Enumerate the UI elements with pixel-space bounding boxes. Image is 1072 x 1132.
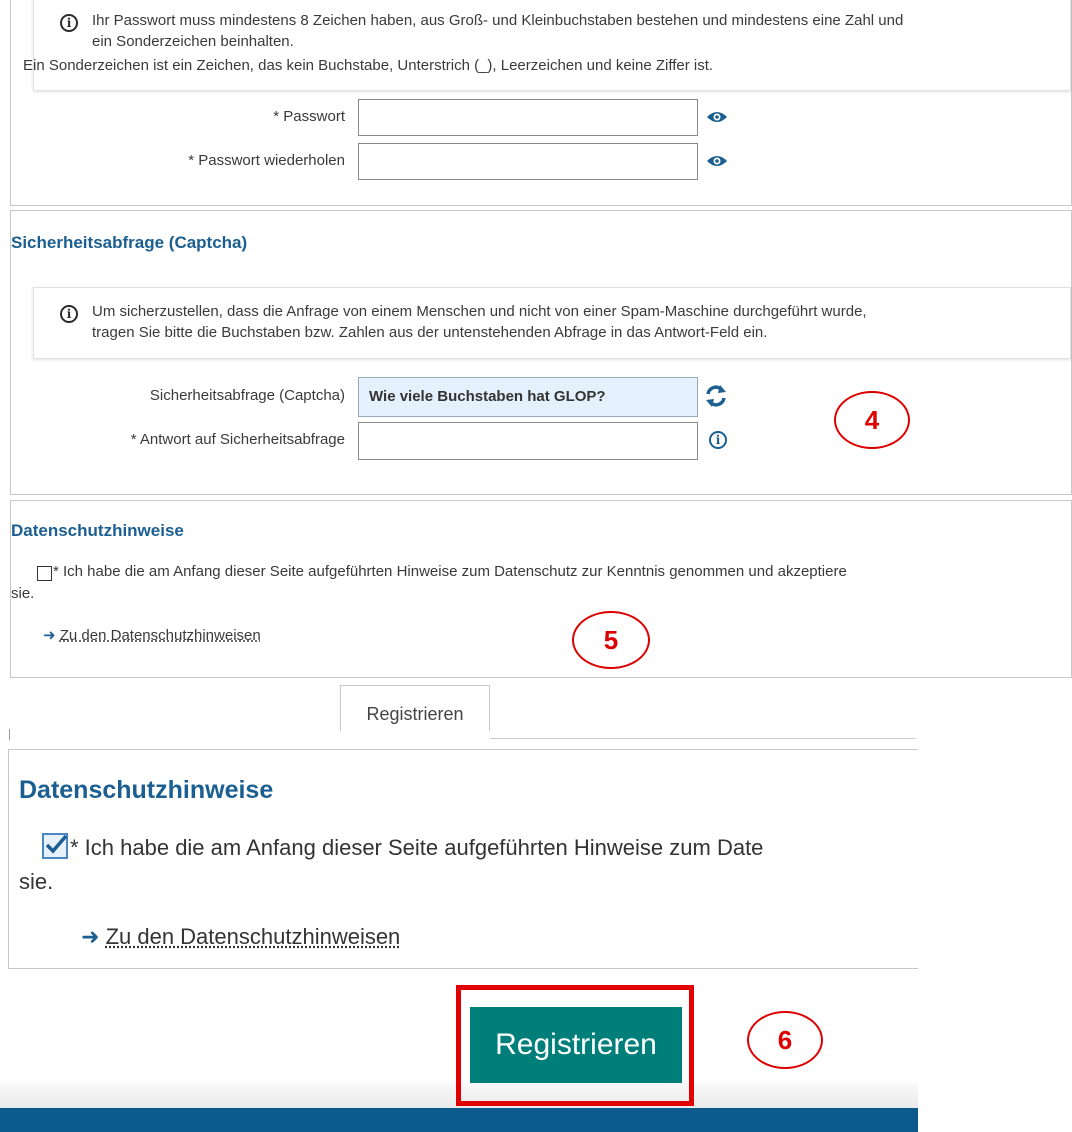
register-button-small-label: Registrieren (366, 704, 464, 724)
captcha-answer-label: * Antwort auf Sicherheitsabfrage (130, 431, 345, 448)
divider (9, 729, 10, 740)
password-panel: i Ihr Passwort muss mindestens 8 Zeichen… (10, 0, 1072, 206)
privacy-link[interactable]: ➜ Zu den Datenschutzhinweisen (43, 626, 261, 646)
eye-icon[interactable] (706, 110, 728, 124)
privacy-section-title: Datenschutzhinweise (11, 521, 184, 540)
password-info-box: i Ihr Passwort muss mindestens 8 Zeichen… (33, 0, 1071, 91)
divider (490, 738, 916, 739)
captcha-info-box: i Um sicherzustellen, dass die Anfrage v… (33, 287, 1071, 359)
password-info-line3: Ein Sonderzeichen ist ein Zeichen, das k… (23, 57, 714, 74)
captcha-question-label: Sicherheitsabfrage (Captcha) (149, 387, 345, 404)
refresh-icon[interactable] (704, 384, 728, 408)
zoomed-privacy-checkbox[interactable] (42, 833, 68, 859)
password-info-line2: ein Sonderzeichen beinhalten. (92, 33, 294, 50)
annotation-step-6: 6 (747, 1011, 823, 1069)
privacy-panel: Datenschutzhinweise * Ich habe die am An… (10, 500, 1072, 678)
zoomed-privacy-link[interactable]: ➜ Zu den Datenschutzhinweisen (81, 923, 400, 951)
privacy-consent-checkbox[interactable] (37, 566, 52, 581)
register-button[interactable]: Registrieren (470, 1007, 682, 1083)
captcha-help-icon[interactable]: i (709, 431, 727, 449)
password-input[interactable] (358, 99, 698, 136)
privacy-link-text: Zu den Datenschutzhinweisen (59, 627, 261, 644)
captcha-section-title: Sicherheitsabfrage (Captcha) (11, 233, 248, 252)
password-repeat-input[interactable] (358, 143, 698, 180)
captcha-answer-input[interactable] (358, 422, 698, 460)
captcha-info-line2: tragen Sie bitte die Buchstaben bzw. Zah… (92, 324, 768, 341)
zoomed-privacy-title: Datenschutzhinweise (19, 776, 274, 804)
privacy-consent-line1: * Ich habe die am Anfang dieser Seite au… (53, 563, 847, 580)
password-info-line1: Ihr Passwort muss mindestens 8 Zeichen h… (92, 12, 904, 29)
zoomed-privacy-panel: Datenschutzhinweise * Ich habe die am An… (8, 749, 918, 969)
captcha-panel: Sicherheitsabfrage (Captcha) i Um sicher… (10, 210, 1072, 495)
zoomed-privacy-consent-line1: * Ich habe die am Anfang dieser Seite au… (70, 835, 764, 860)
info-icon: i (60, 305, 78, 323)
zoomed-privacy-consent-line2: sie. (19, 869, 54, 894)
captcha-question: Wie viele Buchstaben hat GLOP? (369, 388, 606, 405)
register-button-label: Registrieren (495, 1028, 657, 1061)
arrow-right-icon: ➜ (81, 924, 100, 949)
password-repeat-label: * Passwort wiederholen (188, 152, 345, 169)
privacy-consent-line2: sie. (11, 585, 35, 602)
info-icon: i (60, 14, 78, 32)
arrow-right-icon: ➜ (43, 627, 56, 644)
footer-bar (0, 1108, 918, 1132)
captcha-info-line1: Um sicherzustellen, dass die Anfrage von… (92, 303, 867, 320)
zoomed-privacy-link-text: Zu den Datenschutzhinweisen (105, 924, 401, 949)
register-button-small[interactable]: Registrieren (340, 685, 490, 731)
eye-icon[interactable] (706, 154, 728, 168)
password-label: * Passwort (273, 108, 345, 125)
captcha-question-box: Wie viele Buchstaben hat GLOP? (358, 377, 698, 417)
checkmark-icon (45, 834, 68, 854)
annotation-step-5: 5 (572, 611, 650, 669)
annotation-step-4: 4 (834, 391, 910, 449)
